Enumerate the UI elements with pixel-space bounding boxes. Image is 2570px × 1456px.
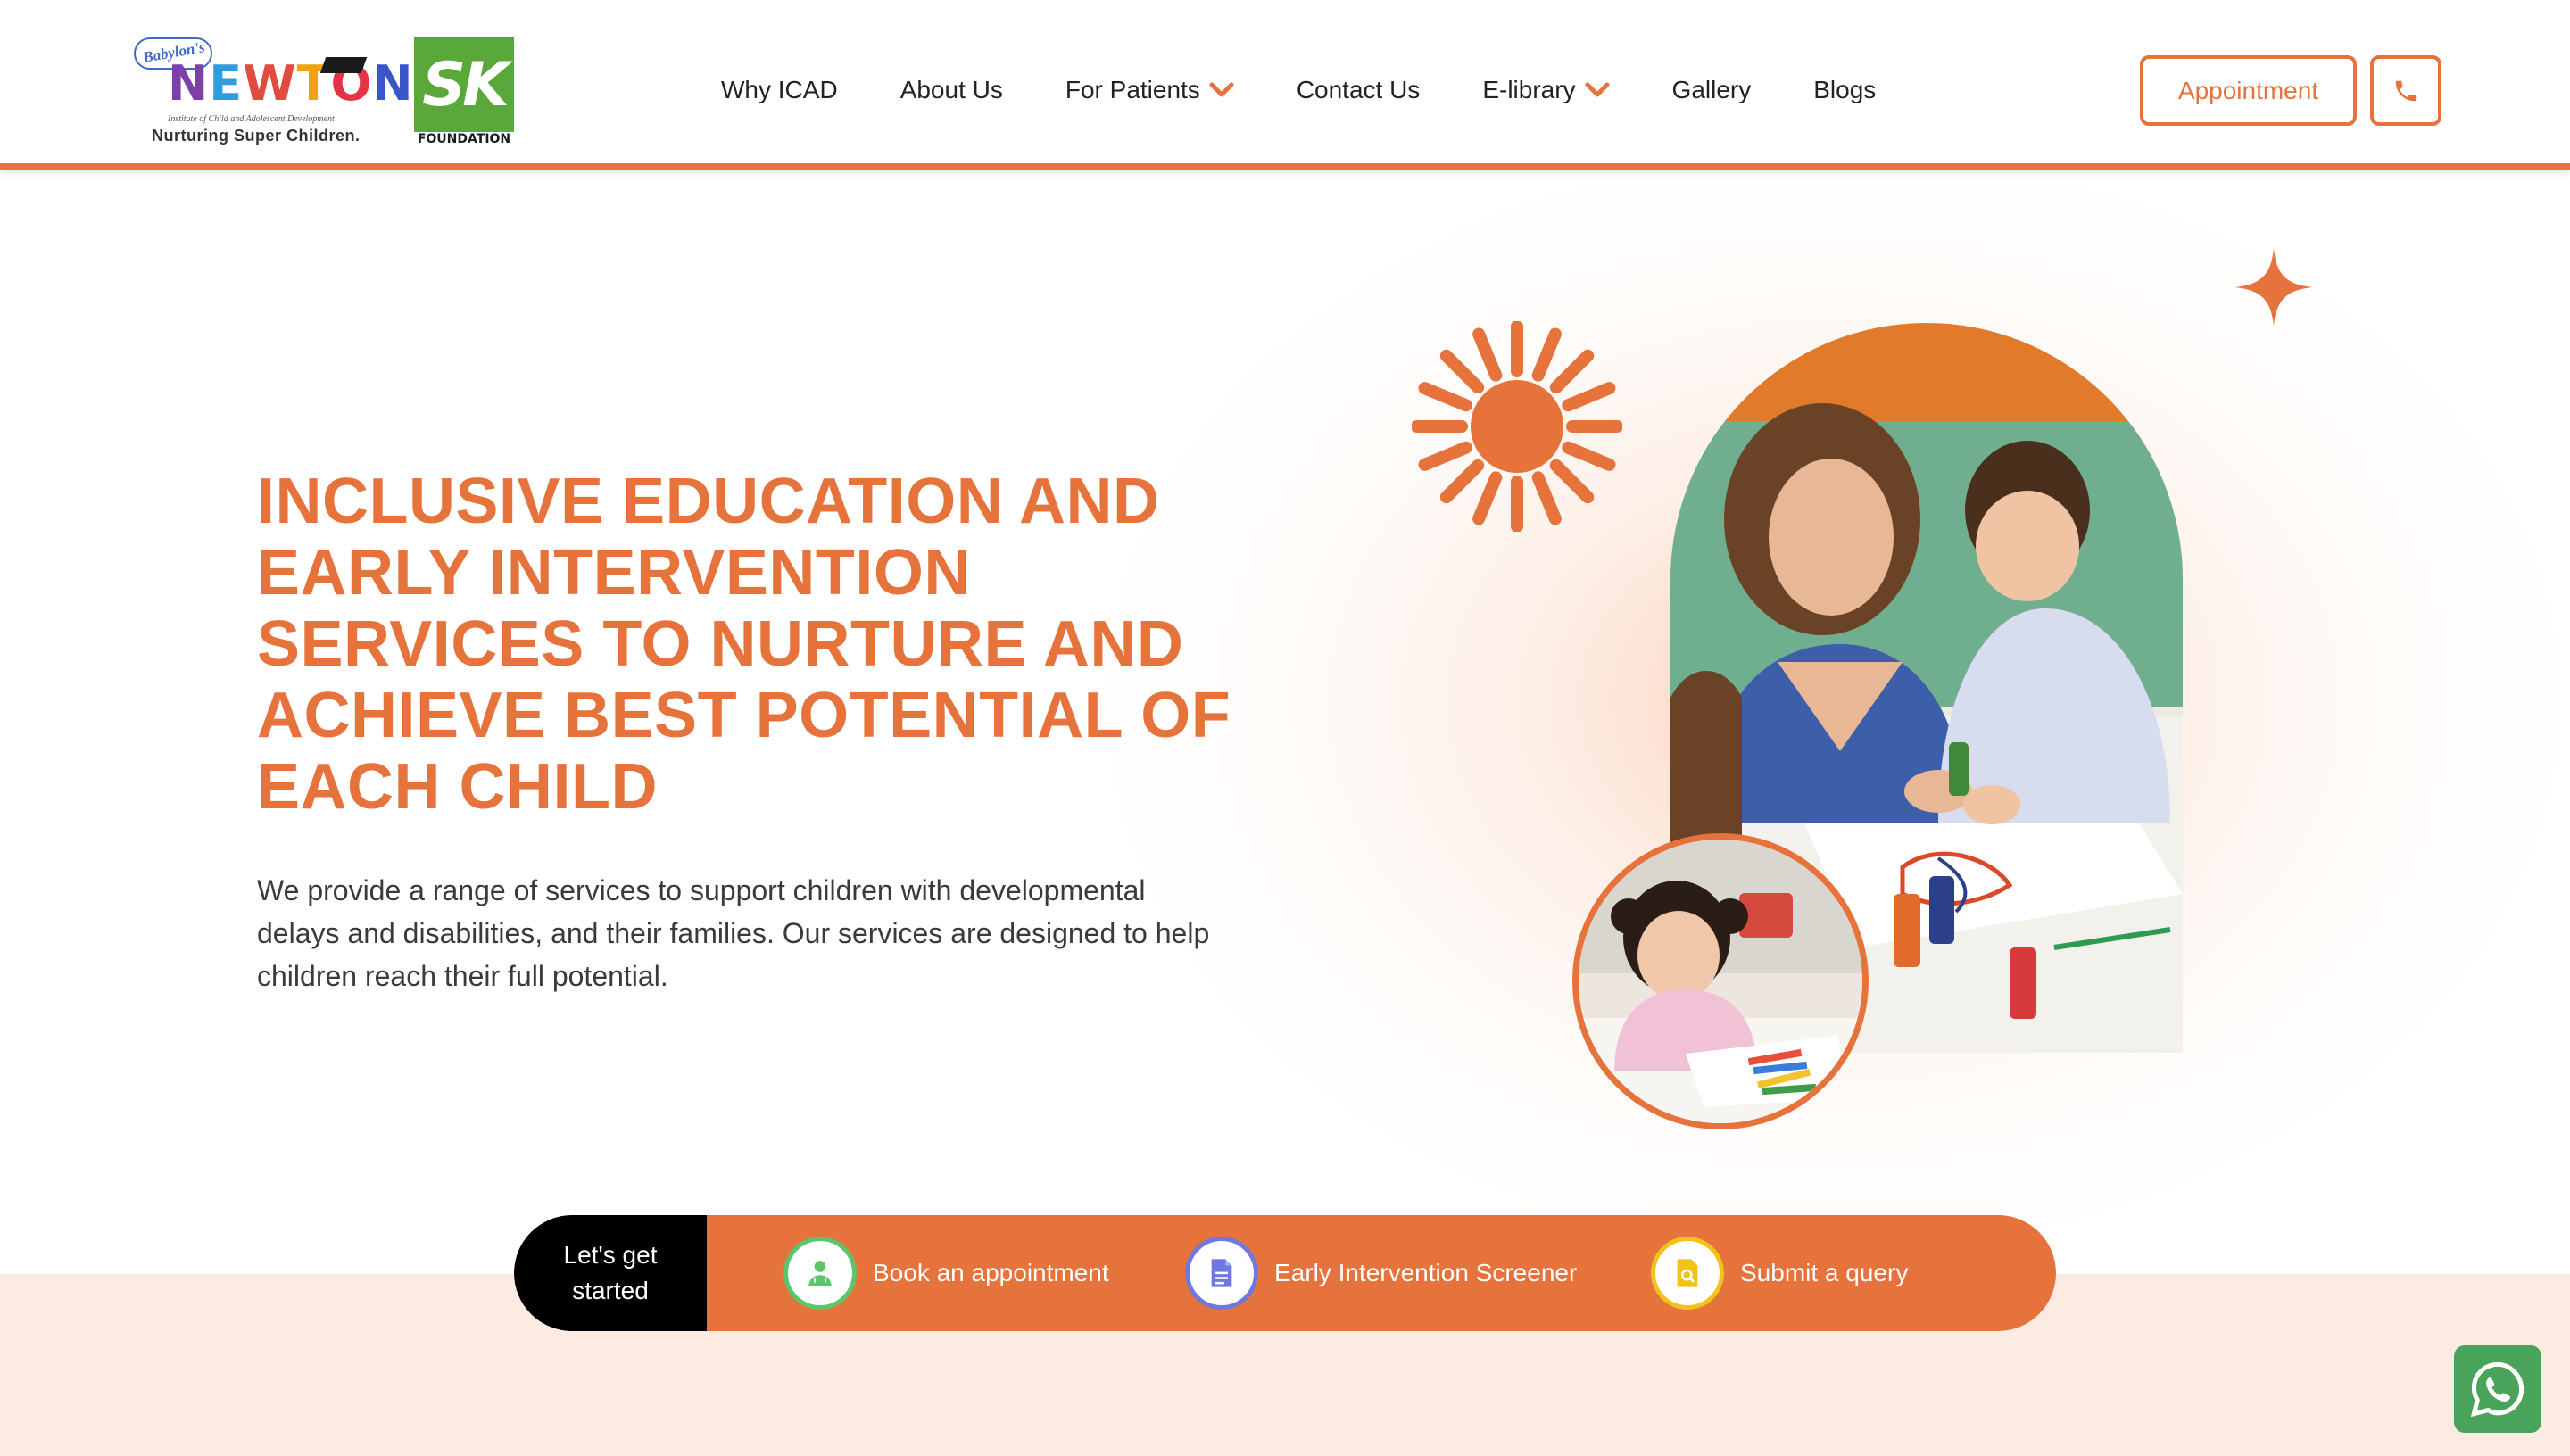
nav-gallery[interactable]: Gallery: [1672, 76, 1752, 104]
nav-for-patients[interactable]: For Patients: [1065, 76, 1234, 104]
newton-subtitle: Institute of Child and Adolescent Develo…: [168, 114, 335, 124]
chevron-down-icon: [1585, 82, 1610, 97]
nav-contact-us[interactable]: Contact Us: [1297, 76, 1421, 104]
search-document-icon: [1651, 1237, 1724, 1310]
whatsapp-button[interactable]: [2454, 1345, 2541, 1433]
sk-mark: SK: [414, 37, 514, 132]
lets-get-started-label: Let's get started: [514, 1215, 707, 1331]
newton-wordmark: NEWTON: [168, 55, 414, 112]
nav-e-library[interactable]: E-library: [1482, 76, 1610, 104]
page: Babylon's NEWTON Institute of Child and …: [0, 0, 2570, 1456]
nav-about-us[interactable]: About Us: [900, 76, 1003, 104]
document-icon: [1185, 1237, 1258, 1310]
hero-photo-toddler-coloring: [1572, 833, 1869, 1129]
hero-description: We provide a range of services to suppor…: [257, 874, 1210, 992]
cta-bar: Let's get started Book an appointment Ea…: [514, 1215, 2056, 1331]
nav-why-icad[interactable]: Why ICAD: [721, 76, 838, 104]
cta-early-intervention-screener[interactable]: Early Intervention Screener: [1185, 1237, 1577, 1310]
sk-caption: FOUNDATION: [417, 132, 511, 146]
main-nav: Why ICAD About Us For Patients Contact U…: [721, 71, 1876, 109]
sparkle-decoration: [2234, 248, 2313, 327]
hero-title: INCLUSIVE EDUCATION AND EARLY INTERVENTI…: [257, 466, 1231, 823]
site-header: Babylon's NEWTON Institute of Child and …: [0, 0, 2570, 170]
phone-button[interactable]: [2370, 55, 2442, 126]
newton-logo[interactable]: Babylon's NEWTON Institute of Child and …: [134, 37, 413, 146]
phone-icon: [2395, 80, 2417, 101]
nav-blogs[interactable]: Blogs: [1813, 76, 1876, 104]
sk-foundation-logo[interactable]: SK FOUNDATION: [414, 36, 514, 148]
chevron-down-icon: [1209, 82, 1234, 97]
sunburst-decoration: [1412, 321, 1622, 532]
cta-submit-query[interactable]: Submit a query: [1651, 1237, 1908, 1310]
appointment-button[interactable]: Appointment: [2140, 55, 2357, 126]
whatsapp-icon: [2470, 1361, 2524, 1418]
doctor-icon: [783, 1237, 857, 1310]
newton-slogan: Nurturing Super Children.: [152, 127, 361, 145]
cta-book-appointment[interactable]: Book an appointment: [783, 1237, 1109, 1310]
graduation-cap-icon: [319, 57, 368, 73]
